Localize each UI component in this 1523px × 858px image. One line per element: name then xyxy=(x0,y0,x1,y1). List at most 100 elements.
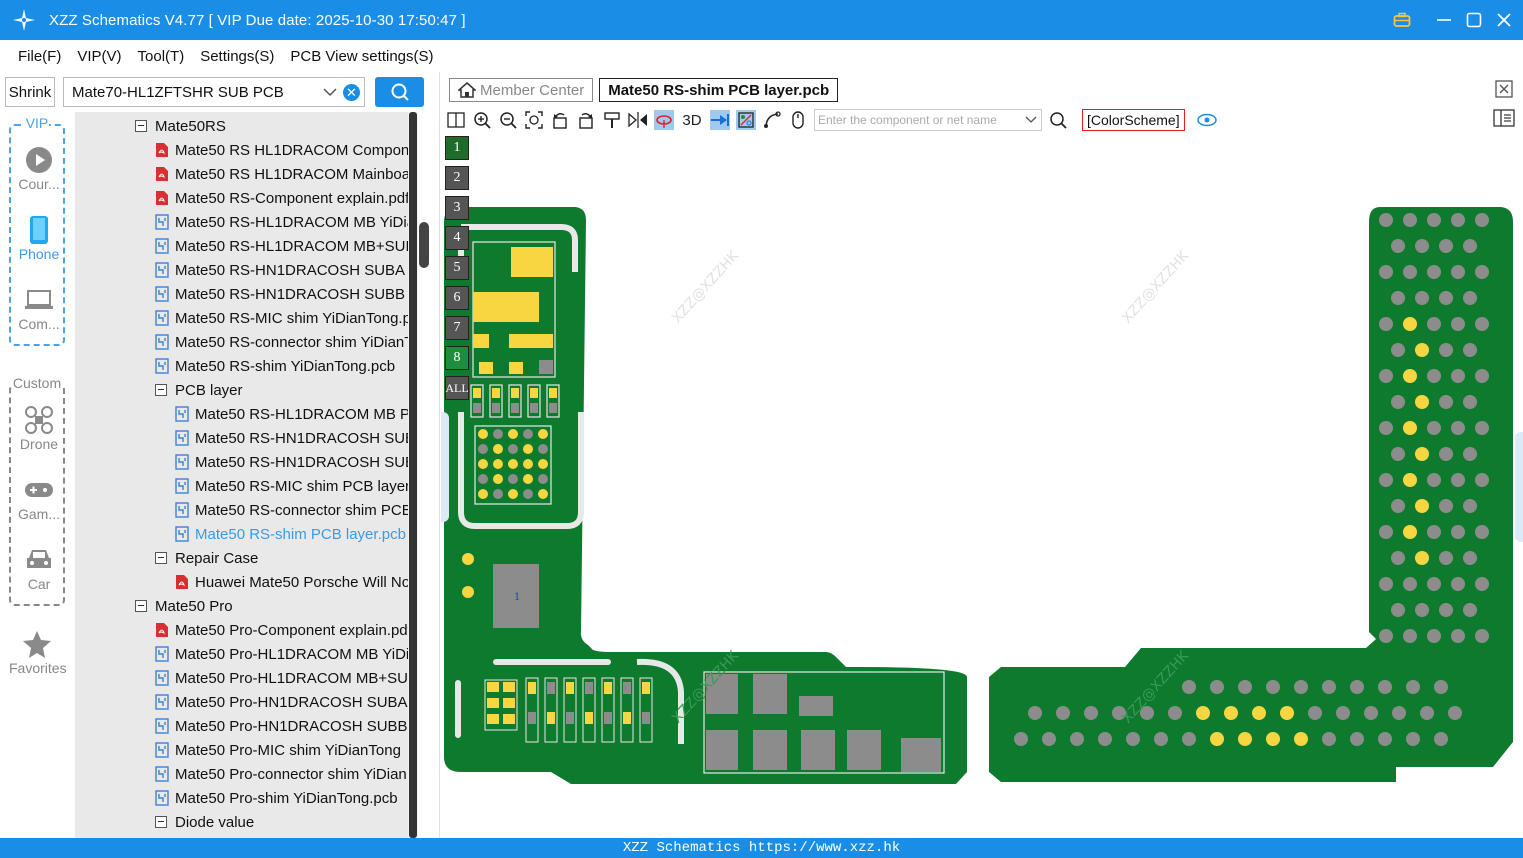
collapse-icon[interactable] xyxy=(155,816,167,828)
favorites-button[interactable]: Favorites xyxy=(9,628,67,676)
left-collapse-handle[interactable] xyxy=(441,412,449,522)
tab-active-pcb[interactable]: Mate50 RS-shim PCB layer.pcb xyxy=(599,78,839,102)
tree-file[interactable]: Mate50 RS-Component explain.pdf xyxy=(155,186,408,210)
tree-file[interactable]: Mate50 RS-HN1DRACOSH SUBB xyxy=(175,450,408,474)
fit-view-icon[interactable] xyxy=(524,110,544,130)
tree-file[interactable]: Mate50 RS-HN1DRACOSH SUBB YiDian xyxy=(155,282,408,306)
bga-ball xyxy=(1168,706,1182,720)
menu-settings[interactable]: Settings(S) xyxy=(200,48,274,65)
mouse-icon[interactable] xyxy=(788,110,808,130)
bga-ball xyxy=(478,459,488,469)
rotate-right-icon[interactable] xyxy=(576,110,596,130)
tree-file[interactable]: Mate50 Pro-MIC shim YiDianTong xyxy=(155,738,401,762)
right-collapse-handle[interactable] xyxy=(1515,432,1523,542)
menu-file[interactable]: File(F) xyxy=(18,48,61,65)
tree-file[interactable]: Mate50 RS-HL1DRACOM MB+SUB xyxy=(155,234,408,258)
collapse-icon[interactable] xyxy=(135,120,147,132)
layer-button-8[interactable]: 8 xyxy=(445,346,469,370)
tree-file[interactable]: Mate50 RS-shim PCB layer.pcb xyxy=(175,522,406,546)
clear-icon[interactable]: ✕ xyxy=(343,84,360,101)
gold-pad xyxy=(585,682,593,694)
tree-file[interactable]: Mate50 RS-connector shim PCB xyxy=(175,498,408,522)
tree-file[interactable]: Mate50 Pro-HL1DRACOM MB+SUB xyxy=(155,666,408,690)
tree-file[interactable]: Mate50 RS-connector shim YiDianTong xyxy=(155,330,408,354)
search-button[interactable] xyxy=(375,77,424,107)
layer-button-3[interactable]: 3 xyxy=(445,196,469,220)
shrink-button[interactable]: Shrink xyxy=(5,77,55,107)
menu-vip[interactable]: VIP(V) xyxy=(77,48,121,65)
rotate-left-icon[interactable] xyxy=(550,110,570,130)
eye-icon[interactable] xyxy=(1196,110,1217,130)
side-panel-toggle-icon[interactable] xyxy=(1493,109,1515,127)
close-tab-icon[interactable] xyxy=(1495,80,1513,98)
tree-file[interactable]: Mate50 Pro-shim YiDianTong.pcb xyxy=(155,786,398,810)
paint-brush-icon[interactable] xyxy=(602,110,622,130)
pin-arrow-icon[interactable] xyxy=(710,110,730,130)
tree-file[interactable]: Mate50 RS-HN1DRACOSH SUBA xyxy=(175,426,408,450)
layer-button-6[interactable]: 6 xyxy=(445,286,469,310)
category-computer[interactable]: Com... xyxy=(11,284,67,332)
category-car[interactable]: Car xyxy=(11,544,67,592)
tree-folder[interactable]: Diode value xyxy=(155,810,254,834)
tree-file[interactable]: Mate50 RS-HL1DRACOM MB YiDianTong xyxy=(155,210,408,234)
tree-file[interactable]: Mate50 RS-shim YiDianTong.pcb xyxy=(155,354,395,378)
pcb-canvas[interactable]: XZZ@XZZHK XZZ@XZZHK XZZ@XZZHK XZZ@XZZHK … xyxy=(441,132,1523,838)
maximize-button[interactable] xyxy=(1465,11,1483,29)
tree-file[interactable]: Mate50 Pro-HN1DRACOSH SUBB Yi xyxy=(155,714,408,738)
layer-button-7[interactable]: 7 xyxy=(445,316,469,340)
layer-button-all[interactable]: ALL xyxy=(445,376,469,400)
bga-ball xyxy=(1391,603,1405,617)
chevron-down-icon[interactable] xyxy=(322,84,338,100)
layer-button-4[interactable]: 4 xyxy=(445,226,469,250)
layer-button-5[interactable]: 5 xyxy=(445,256,469,280)
tree-folder[interactable]: Mate50RS xyxy=(135,114,226,138)
category-drone[interactable]: Drone xyxy=(11,404,67,452)
tree-file[interactable]: Mate50 Pro-connector shim YiDian xyxy=(155,762,407,786)
tree-file[interactable]: Mate50 RS-HN1DRACOSH SUBA YiDian xyxy=(155,258,408,282)
panel-splitter-handle[interactable] xyxy=(419,222,429,268)
trace-curve-icon[interactable] xyxy=(762,110,782,130)
component-search-input[interactable]: Enter the component or net name xyxy=(814,109,1042,131)
chevron-down-icon[interactable] xyxy=(1024,113,1038,127)
zoom-in-icon[interactable] xyxy=(472,110,492,130)
tree-file[interactable]: Mate50 RS-HL1DRACOM MB PCB xyxy=(175,402,408,426)
category-courses[interactable]: Cour... xyxy=(11,144,67,192)
menu-tool[interactable]: Tool(T) xyxy=(138,48,185,65)
category-game[interactable]: Gam... xyxy=(11,474,67,522)
tree-scrollbar-thumb[interactable] xyxy=(409,112,417,838)
color-scheme-button[interactable]: [ColorScheme] xyxy=(1082,109,1185,131)
collapse-icon[interactable] xyxy=(155,384,167,396)
mirror-icon[interactable] xyxy=(628,110,648,130)
component-search-icon[interactable] xyxy=(1048,110,1068,130)
tree-file[interactable]: Mate50 RS HL1DRACOM Mainboard xyxy=(155,162,408,186)
tree-scrollbar[interactable] xyxy=(408,112,418,838)
tree-file[interactable]: Huawei Mate50 Porsche Will Not xyxy=(175,570,408,594)
collapse-icon[interactable] xyxy=(155,552,167,564)
close-button[interactable] xyxy=(1495,11,1513,29)
tree-file[interactable]: Mate50 Pro-HN1DRACOSH SUBA Yi xyxy=(155,690,408,714)
tab-member-center[interactable]: Member Center xyxy=(449,78,594,102)
tree-file[interactable]: Mate50 Pro-HL1DRACOM MB YiDian xyxy=(155,642,408,666)
minimize-button[interactable] xyxy=(1435,11,1453,29)
bga-ball xyxy=(1427,577,1441,591)
briefcase-icon[interactable] xyxy=(1393,11,1411,29)
tree-file[interactable]: Mate50 Pro-Component explain.pdf xyxy=(155,618,408,642)
layer-button-1[interactable]: 1 xyxy=(445,136,469,160)
tree-folder[interactable]: Mate50 Pro xyxy=(135,594,233,618)
tree-file[interactable]: Mate50 RS HL1DRACOM Component xyxy=(155,138,408,162)
category-phone[interactable]: Phone xyxy=(11,214,67,262)
tree-folder[interactable]: Repair Case xyxy=(155,546,258,570)
highlight-net-icon[interactable] xyxy=(654,110,674,130)
zoom-out-icon[interactable] xyxy=(498,110,518,130)
split-view-icon[interactable] xyxy=(446,110,466,130)
tree-file[interactable]: Mate50 RS-MIC shim YiDianTong.pcb xyxy=(155,306,408,330)
tree-file[interactable]: Mate50 RS-MIC shim PCB layer.pcb xyxy=(175,474,408,498)
tree-folder[interactable]: PCB layer xyxy=(155,378,243,402)
layer-button-2[interactable]: 2 xyxy=(445,166,469,190)
search-input[interactable]: Mate70-HL1ZFTSHR SUB PCB ✕ xyxy=(63,77,365,107)
menu-pcb-view-settings[interactable]: PCB View settings(S) xyxy=(290,48,433,65)
via-pad xyxy=(462,553,474,565)
view-3d-button[interactable]: 3D xyxy=(680,110,704,130)
collapse-icon[interactable] xyxy=(135,600,147,612)
board-layers-icon[interactable] xyxy=(736,110,756,130)
